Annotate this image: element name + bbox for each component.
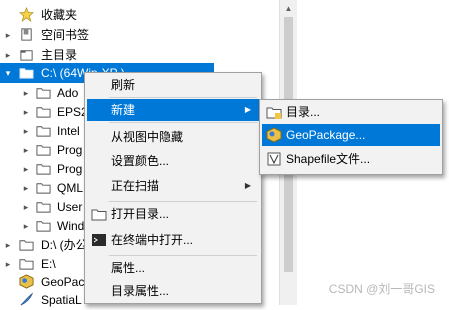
expand-arrow-icon[interactable]: ▸: [3, 30, 13, 40]
menu-separator: [109, 122, 257, 123]
tree-item-label: Prog: [57, 143, 83, 157]
menu-separator: [109, 201, 257, 202]
bookmark-icon: [21, 28, 32, 41]
menu-item-open-terminal[interactable]: 在终端中打开...: [87, 229, 259, 251]
menu-item-directory-properties[interactable]: 目录属性...: [87, 280, 259, 302]
menu-item-properties[interactable]: 属性...: [87, 257, 259, 279]
tree-item-label: Wind: [57, 219, 85, 233]
menu-item-label: 设置颜色...: [111, 154, 170, 168]
tree-item-spatial-bookmarks[interactable]: ▸ 空间书签: [0, 25, 279, 45]
menu-item-new-geopackage[interactable]: GeoPackage...: [262, 124, 440, 146]
tree-item-label: Prog: [57, 162, 83, 176]
menu-item-new[interactable]: 新建 ▶: [87, 99, 259, 121]
menu-item-set-color[interactable]: 设置颜色...: [87, 150, 259, 172]
tree-item-label: Intel: [57, 124, 80, 138]
folder-icon: [36, 145, 51, 156]
folder-icon: [36, 107, 51, 118]
menu-item-new-shapefile[interactable]: Shapefile文件...: [262, 148, 440, 170]
folder-icon: [36, 164, 51, 175]
expand-arrow-icon[interactable]: ▸: [21, 126, 31, 136]
expand-arrow-icon[interactable]: ▸: [21, 88, 31, 98]
expand-arrow-icon[interactable]: ▸: [21, 107, 31, 117]
collapse-arrow-icon[interactable]: ▾: [3, 68, 13, 78]
tree-item-label: GeoPac: [41, 275, 85, 289]
expand-arrow-icon[interactable]: ▸: [21, 202, 31, 212]
menu-separator: [109, 255, 257, 256]
tree-item-label: 收藏夹: [41, 8, 78, 22]
menu-item-label: GeoPackage...: [286, 128, 366, 142]
menu-item-open-directory[interactable]: 打开目录...: [87, 203, 259, 225]
menu-item-hide[interactable]: 从视图中隐藏: [87, 126, 259, 148]
terminal-icon: [92, 234, 106, 246]
new-submenu: 目录... GeoPackage... Shapefile文件...: [259, 99, 443, 175]
menu-item-label: Shapefile文件...: [286, 152, 371, 166]
folder-icon: [19, 240, 34, 251]
tree-item-label: User: [57, 200, 83, 214]
menu-item-label: 属性...: [111, 261, 146, 275]
folder-icon: [19, 68, 34, 79]
shapefile-icon: [267, 152, 281, 166]
geopackage-icon: [19, 274, 34, 289]
folder-icon: [36, 202, 51, 213]
expand-arrow-icon[interactable]: ▸: [21, 164, 31, 174]
menu-item-label: 目录属性...: [111, 284, 170, 298]
tree-item-label: D:\ (办公: [41, 238, 88, 252]
tree-item-label: Ado: [57, 86, 79, 100]
menu-item-new-directory[interactable]: 目录...: [262, 101, 440, 123]
tree-item-label: QML: [57, 181, 84, 195]
menu-item-scanning[interactable]: 正在扫描 ▶: [87, 175, 259, 197]
menu-separator: [109, 97, 257, 98]
tree-item-home[interactable]: ▸ 主目录: [0, 45, 279, 65]
menu-item-label: 新建: [111, 103, 136, 117]
menu-item-refresh[interactable]: 刷新: [87, 74, 259, 96]
expand-arrow-icon[interactable]: ▸: [21, 145, 31, 155]
submenu-arrow-icon: ▶: [244, 181, 251, 190]
new-folder-icon: [266, 107, 282, 119]
expand-arrow-icon[interactable]: ▸: [21, 183, 31, 193]
submenu-arrow-icon: ▶: [244, 105, 251, 114]
folder-icon: [36, 88, 51, 99]
tree-item-label: E:\: [41, 257, 56, 271]
menu-item-label: 目录...: [286, 105, 321, 119]
star-icon: [19, 7, 34, 22]
menu-item-label: 打开目录...: [111, 207, 170, 221]
geopackage-icon: [266, 127, 282, 143]
menu-item-label: 从视图中隐藏: [111, 130, 184, 144]
scroll-up-icon[interactable]: ▲: [280, 0, 297, 17]
menu-item-label: 在终端中打开...: [111, 233, 194, 247]
folder-icon: [91, 209, 107, 221]
menu-item-label: 正在扫描: [111, 179, 160, 193]
watermark: CSDN @刘一哥GIS: [328, 282, 435, 296]
folder-icon: [36, 183, 51, 194]
expand-arrow-icon[interactable]: ▸: [3, 259, 13, 269]
expand-arrow-icon[interactable]: ▸: [3, 50, 13, 60]
tree-item-label: 主目录: [41, 48, 78, 62]
tree-item-label: 空间书签: [41, 28, 90, 42]
folder-icon: [36, 221, 51, 232]
expand-arrow-icon[interactable]: ▸: [21, 221, 31, 231]
expand-arrow-icon[interactable]: ▸: [3, 240, 13, 250]
menu-item-label: 刷新: [111, 78, 136, 92]
tree-item-favorites[interactable]: 收藏夹: [0, 5, 279, 25]
home-folder-icon: [20, 50, 33, 61]
context-menu: 刷新 新建 ▶ 从视图中隐藏 设置颜色... 正在扫描 ▶ 打开目录... 在终…: [84, 72, 262, 304]
folder-icon: [36, 126, 51, 137]
folder-icon: [19, 259, 34, 270]
